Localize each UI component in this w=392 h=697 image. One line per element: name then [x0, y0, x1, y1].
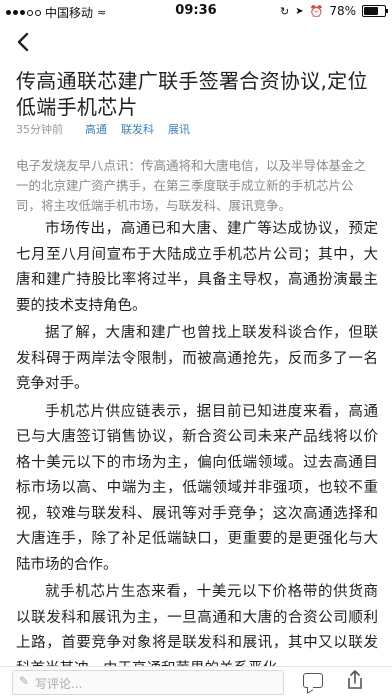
article-body: 市场传出，高通已和大唐、建广等达成协议，预定七月至八月间宣布于大陆成立手机芯片公… [16, 217, 378, 684]
comment-placeholder: 写评论... [35, 677, 83, 691]
article-abstract: 电子发烧友早八点讯：传高通将和大唐电信，以及半导体基金之一的北京建广资产携手，在… [16, 158, 367, 213]
article-title: 传高通联芯建广联手签署合资协议,定位低端手机芯片 [16, 69, 368, 119]
battery-icon [362, 5, 388, 17]
article-paragraph: 市场传出，高通已和大唐、建广等达成协议，预定七月至八月间宣布于大陆成立手机芯片公… [16, 221, 378, 314]
status-right: ↻ ➤ ⏰ 78% [280, 4, 388, 18]
back-chevron-icon[interactable] [14, 30, 40, 56]
rotation-lock-icon: ↻ [280, 4, 290, 18]
battery-percent: 78% [329, 4, 356, 18]
nav-bar [0, 22, 392, 66]
alarm-icon: ⏰ [309, 4, 324, 18]
share-icon[interactable] [345, 669, 365, 696]
article-paragraph: 手机芯片供应链表示，据目前已知进度来看，高通已与大唐签订销售协议，新合资公司未来… [16, 403, 378, 573]
article-paragraph: 据了解，大唐和建广也曾找上联发科谈合作，但联发科碍于两岸法令限制，而被高通抢先，… [16, 325, 378, 392]
comment-input[interactable]: ✎ 写评论... [12, 670, 284, 695]
comment-bar: ✎ 写评论... [0, 666, 392, 697]
pen-icon: ✎ [19, 674, 30, 688]
article-meta: 35分钟前 高通 联发科 展讯 [16, 121, 190, 137]
tag-link[interactable]: 展讯 [168, 121, 190, 137]
tag-link[interactable]: 高通 [85, 121, 107, 137]
status-bar: 中国移动 ≈ 09:36 ↻ ➤ ⏰ 78% [0, 0, 392, 22]
comment-icon[interactable] [303, 673, 323, 688]
tag-link[interactable]: 联发科 [121, 121, 154, 137]
publish-time: 35分钟前 [16, 123, 63, 136]
location-icon: ➤ [295, 5, 304, 17]
